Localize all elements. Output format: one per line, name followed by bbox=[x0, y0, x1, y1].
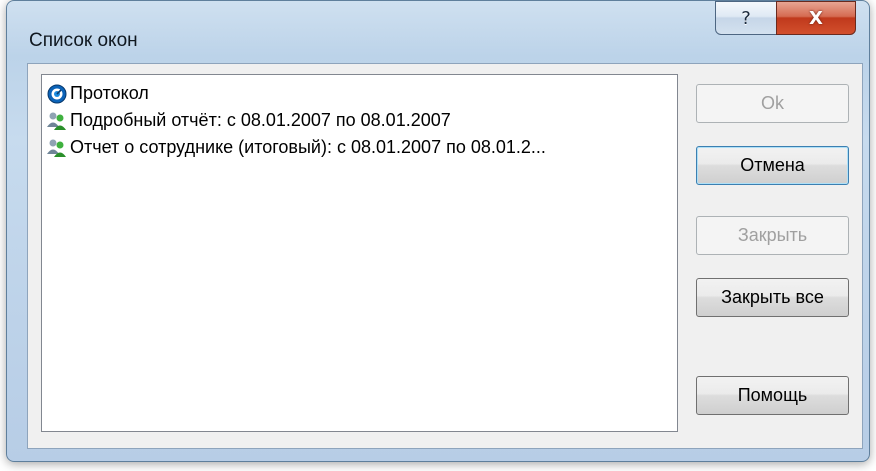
close-button[interactable]: Закрыть bbox=[696, 216, 849, 255]
users-icon bbox=[46, 110, 68, 132]
users-icon bbox=[46, 137, 68, 159]
dialog-client-area: Протокол Подробный отчёт: с 08.01.2007 п… bbox=[27, 63, 863, 449]
list-item-protocol[interactable]: Протокол bbox=[46, 80, 677, 107]
list-item-detailed-report[interactable]: Подробный отчёт: с 08.01.2007 по 08.01.2… bbox=[46, 107, 677, 134]
dialog-window: Список окон ? X Протокол Подробный отчёт… bbox=[6, 0, 870, 462]
window-list[interactable]: Протокол Подробный отчёт: с 08.01.2007 п… bbox=[41, 74, 678, 432]
window-title: Список окон bbox=[29, 30, 138, 51]
help-caption-button[interactable]: ? bbox=[715, 1, 777, 35]
list-item-label: Отчет о сотруднике (итоговый): с 08.01.2… bbox=[70, 137, 546, 157]
cancel-button[interactable]: Отмена bbox=[696, 146, 849, 185]
help-button[interactable]: Помощь bbox=[696, 376, 849, 415]
ok-button[interactable]: Ok bbox=[696, 84, 849, 123]
help-icon: ? bbox=[741, 7, 751, 29]
list-item-label: Протокол bbox=[70, 83, 149, 103]
close-caption-button[interactable]: X bbox=[776, 1, 856, 35]
list-item-employee-report[interactable]: Отчет о сотруднике (итоговый): с 08.01.2… bbox=[46, 134, 677, 161]
list-item-label: Подробный отчёт: с 08.01.2007 по 08.01.2… bbox=[70, 110, 451, 130]
close-all-button[interactable]: Закрыть все bbox=[696, 278, 849, 317]
close-icon: X bbox=[809, 7, 823, 29]
protocol-icon bbox=[46, 83, 68, 105]
